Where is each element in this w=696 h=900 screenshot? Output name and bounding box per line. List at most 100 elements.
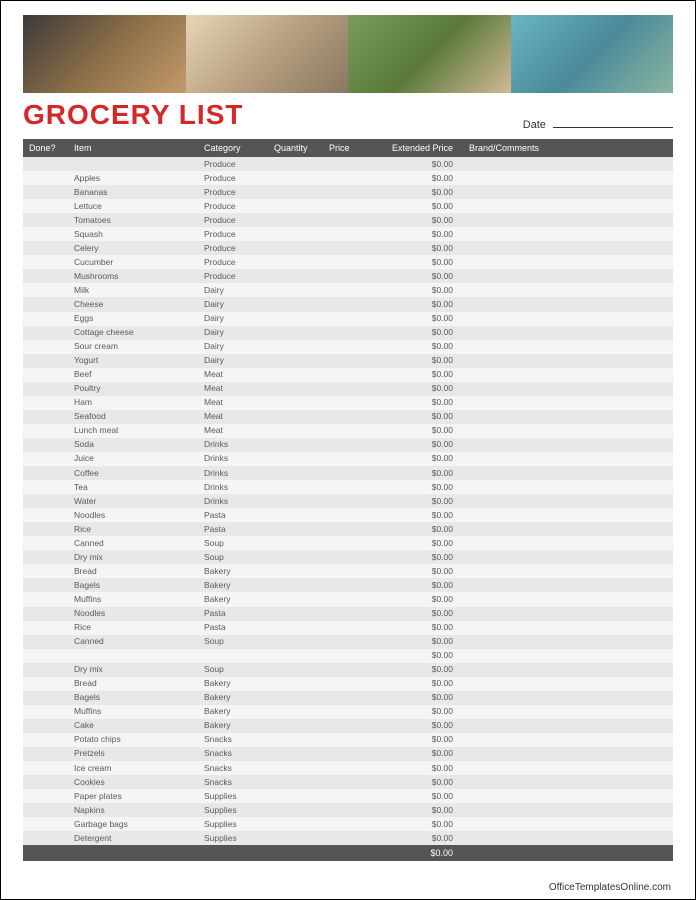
cell-done[interactable]: [23, 312, 68, 326]
cell-brand[interactable]: [463, 269, 673, 283]
cell-item[interactable]: Cottage cheese: [68, 326, 198, 340]
cell-price[interactable]: [323, 635, 368, 649]
cell-done[interactable]: [23, 635, 68, 649]
cell-done[interactable]: [23, 157, 68, 171]
cell-brand[interactable]: [463, 789, 673, 803]
cell-price[interactable]: [323, 761, 368, 775]
cell-brand[interactable]: [463, 831, 673, 845]
cell-price[interactable]: [323, 677, 368, 691]
cell-quantity[interactable]: [268, 733, 323, 747]
cell-quantity[interactable]: [268, 522, 323, 536]
cell-price[interactable]: [323, 536, 368, 550]
cell-item[interactable]: Rice: [68, 522, 198, 536]
cell-done[interactable]: [23, 691, 68, 705]
cell-brand[interactable]: [463, 592, 673, 606]
cell-done[interactable]: [23, 677, 68, 691]
cell-category[interactable]: Meat: [198, 410, 268, 424]
cell-quantity[interactable]: [268, 480, 323, 494]
cell-done[interactable]: [23, 424, 68, 438]
cell-category[interactable]: Supplies: [198, 831, 268, 845]
cell-category[interactable]: Drinks: [198, 494, 268, 508]
cell-category[interactable]: Dairy: [198, 354, 268, 368]
cell-quantity[interactable]: [268, 199, 323, 213]
cell-item[interactable]: Noodles: [68, 508, 198, 522]
cell-brand[interactable]: [463, 480, 673, 494]
cell-item[interactable]: Dry mix: [68, 663, 198, 677]
cell-price[interactable]: [323, 817, 368, 831]
cell-price[interactable]: [323, 157, 368, 171]
cell-brand[interactable]: [463, 297, 673, 311]
cell-category[interactable]: Pasta: [198, 607, 268, 621]
cell-price[interactable]: [323, 227, 368, 241]
cell-price[interactable]: [323, 803, 368, 817]
cell-item[interactable]: Bagels: [68, 578, 198, 592]
cell-item[interactable]: Seafood: [68, 410, 198, 424]
cell-price[interactable]: [323, 663, 368, 677]
cell-category[interactable]: Soup: [198, 635, 268, 649]
cell-item[interactable]: Lettuce: [68, 199, 198, 213]
cell-quantity[interactable]: [268, 635, 323, 649]
cell-brand[interactable]: [463, 508, 673, 522]
cell-done[interactable]: [23, 480, 68, 494]
cell-done[interactable]: [23, 227, 68, 241]
cell-item[interactable]: Soda: [68, 438, 198, 452]
cell-price[interactable]: [323, 522, 368, 536]
cell-quantity[interactable]: [268, 578, 323, 592]
cell-quantity[interactable]: [268, 761, 323, 775]
cell-category[interactable]: Pasta: [198, 522, 268, 536]
cell-quantity[interactable]: [268, 592, 323, 606]
cell-done[interactable]: [23, 368, 68, 382]
cell-quantity[interactable]: [268, 283, 323, 297]
cell-brand[interactable]: [463, 354, 673, 368]
cell-item[interactable]: Tomatoes: [68, 213, 198, 227]
cell-brand[interactable]: [463, 761, 673, 775]
cell-done[interactable]: [23, 803, 68, 817]
cell-quantity[interactable]: [268, 466, 323, 480]
cell-category[interactable]: Bakery: [198, 578, 268, 592]
cell-price[interactable]: [323, 719, 368, 733]
cell-category[interactable]: Bakery: [198, 564, 268, 578]
cell-item[interactable]: Apples: [68, 171, 198, 185]
cell-item[interactable]: Cake: [68, 719, 198, 733]
cell-quantity[interactable]: [268, 494, 323, 508]
cell-category[interactable]: Bakery: [198, 691, 268, 705]
cell-item[interactable]: Lunch meat: [68, 424, 198, 438]
cell-item[interactable]: Bread: [68, 677, 198, 691]
cell-quantity[interactable]: [268, 396, 323, 410]
cell-brand[interactable]: [463, 635, 673, 649]
cell-quantity[interactable]: [268, 185, 323, 199]
cell-done[interactable]: [23, 522, 68, 536]
cell-price[interactable]: [323, 354, 368, 368]
cell-quantity[interactable]: [268, 775, 323, 789]
cell-brand[interactable]: [463, 719, 673, 733]
cell-quantity[interactable]: [268, 705, 323, 719]
cell-category[interactable]: Meat: [198, 424, 268, 438]
cell-category[interactable]: Supplies: [198, 803, 268, 817]
cell-price[interactable]: [323, 705, 368, 719]
cell-price[interactable]: [323, 592, 368, 606]
cell-category[interactable]: Produce: [198, 185, 268, 199]
cell-item[interactable]: Eggs: [68, 312, 198, 326]
cell-item[interactable]: Bagels: [68, 691, 198, 705]
cell-brand[interactable]: [463, 340, 673, 354]
cell-item[interactable]: Water: [68, 494, 198, 508]
cell-price[interactable]: [323, 312, 368, 326]
cell-quantity[interactable]: [268, 677, 323, 691]
cell-category[interactable]: Soup: [198, 663, 268, 677]
cell-category[interactable]: Snacks: [198, 747, 268, 761]
cell-brand[interactable]: [463, 621, 673, 635]
cell-item[interactable]: Noodles: [68, 607, 198, 621]
cell-price[interactable]: [323, 185, 368, 199]
cell-price[interactable]: [323, 410, 368, 424]
cell-category[interactable]: Drinks: [198, 452, 268, 466]
cell-done[interactable]: [23, 733, 68, 747]
cell-brand[interactable]: [463, 607, 673, 621]
cell-brand[interactable]: [463, 817, 673, 831]
cell-done[interactable]: [23, 705, 68, 719]
cell-done[interactable]: [23, 663, 68, 677]
cell-done[interactable]: [23, 564, 68, 578]
cell-quantity[interactable]: [268, 817, 323, 831]
cell-done[interactable]: [23, 199, 68, 213]
cell-price[interactable]: [323, 733, 368, 747]
cell-category[interactable]: Pasta: [198, 621, 268, 635]
